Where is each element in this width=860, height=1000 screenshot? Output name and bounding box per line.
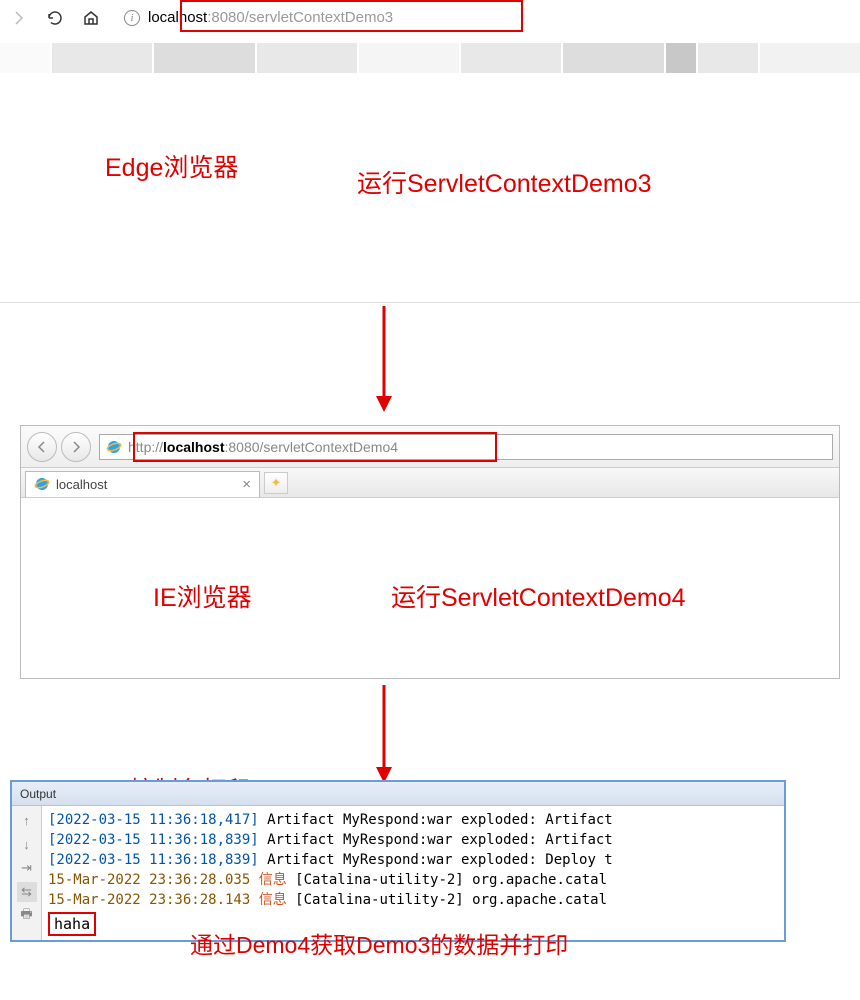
forward-icon[interactable] (8, 7, 30, 29)
export-icon[interactable]: ⇥ (17, 858, 37, 878)
log-line: 15-Mar-2022 23:36:28.035 信息 [Catalina-ut… (48, 870, 778, 890)
ie-tab[interactable]: localhost × (25, 471, 260, 497)
output-console[interactable]: [2022-03-15 11:36:18,417] Artifact MyRes… (42, 806, 784, 940)
tab-strip-faded (0, 43, 860, 73)
output-panel: Output ↑ ↓ ⇥ ⇆ 🖶 [2022-03-15 11:36:18,41… (10, 780, 786, 942)
log-line: [2022-03-15 11:36:18,417] Artifact MyRes… (48, 810, 778, 830)
output-header: Output (12, 782, 784, 806)
log-line: [2022-03-15 11:36:18,839] Artifact MyRes… (48, 850, 778, 870)
label-edge-browser: Edge浏览器 (105, 148, 238, 184)
log-line: [2022-03-15 11:36:18,839] Artifact MyRes… (48, 830, 778, 850)
output-title: Output (20, 787, 56, 801)
log-line: 15-Mar-2022 23:36:28.143 信息 [Catalina-ut… (48, 890, 778, 910)
wrap-icon[interactable]: ⇆ (17, 882, 37, 902)
ie-back-button[interactable] (27, 432, 57, 462)
ie-tab-title: localhost (56, 477, 107, 492)
label-run-demo3: 运行ServletContextDemo3 (357, 164, 652, 200)
label-bottom-caption: 通过Demo4获取Demo3的数据并打印 (190, 926, 568, 960)
print-icon[interactable]: 🖶 (17, 906, 37, 926)
ie-tab-strip: localhost × ✦ (21, 468, 839, 498)
output-body: ↑ ↓ ⇥ ⇆ 🖶 [2022-03-15 11:36:18,417] Arti… (12, 806, 784, 940)
info-icon: i (124, 10, 140, 26)
label-ie-browser: IE浏览器 (153, 578, 252, 614)
home-icon[interactable] (80, 7, 102, 29)
label-run-demo4: 运行ServletContextDemo4 (391, 578, 686, 614)
refresh-icon[interactable] (44, 7, 66, 29)
arrow-down-icon[interactable]: ↓ (17, 834, 37, 854)
close-icon[interactable]: × (242, 476, 251, 493)
arrow-down-icon (374, 306, 394, 412)
ie-logo-icon (106, 439, 122, 455)
ie-url-highlight-box (133, 432, 497, 462)
output-gutter: ↑ ↓ ⇥ ⇆ 🖶 (12, 806, 42, 940)
ie-content-area: IE浏览器 运行ServletContextDemo4 (21, 498, 839, 678)
ie-new-tab-button[interactable]: ✦ (264, 472, 288, 494)
ie-window: http://localhost:8080/servletContextDemo… (20, 425, 840, 679)
edge-url-highlight-box (180, 0, 523, 32)
ie-forward-button[interactable] (61, 432, 91, 462)
haha-output: haha (48, 912, 96, 936)
arrow-down-icon (374, 685, 394, 783)
ie-logo-icon (34, 476, 50, 492)
edge-content-area: Edge浏览器 运行ServletContextDemo3 (0, 73, 860, 303)
arrow-up-icon[interactable]: ↑ (17, 810, 37, 830)
